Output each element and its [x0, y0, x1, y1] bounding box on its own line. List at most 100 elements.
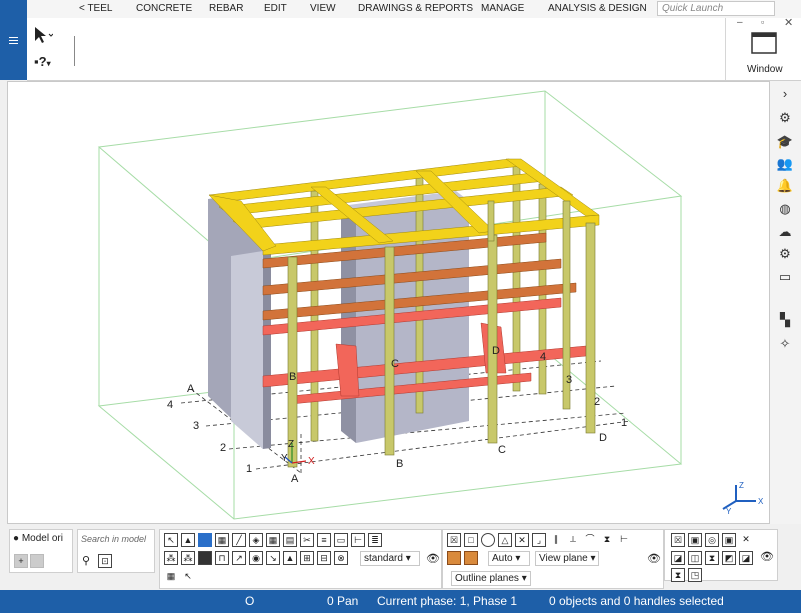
add-icon[interactable]: +	[14, 554, 28, 568]
tab-manage[interactable]: MANAGE	[481, 3, 524, 14]
close-icon[interactable]: ✕	[784, 16, 793, 29]
search-icon[interactable]: ⚲	[82, 554, 90, 567]
zoom-selection-icon[interactable]: ⊡	[98, 554, 112, 568]
restore-icon[interactable]: ▫	[761, 17, 764, 27]
tab-concrete[interactable]: CONCRETE	[136, 3, 192, 14]
user-icon: ●	[13, 533, 20, 544]
select-arrow-icon[interactable]	[33, 26, 53, 44]
snap-sum-icon[interactable]: ⧗	[671, 568, 685, 582]
hamburger-icon[interactable]	[9, 37, 18, 44]
auto-select[interactable]: Auto ▾	[488, 551, 530, 566]
select-all-icon[interactable]: ↖	[164, 533, 178, 547]
cross-icon[interactable]: ✕	[515, 533, 529, 547]
snap-half-icon[interactable]: ◪	[739, 551, 753, 565]
select-grid-icon[interactable]: ▦	[266, 533, 280, 547]
view-plane-select[interactable]: View plane ▾	[535, 551, 599, 566]
select-assemblies-icon[interactable]: ▦	[215, 533, 229, 547]
select-lines-icon[interactable]: ╱	[232, 533, 246, 547]
snap-box-icon[interactable]: ☒	[671, 533, 685, 547]
render-parts-icon[interactable]	[447, 551, 461, 565]
rectangle-icon[interactable]: □	[464, 533, 478, 547]
select-solids-icon[interactable]: ◈	[249, 533, 263, 547]
snap-lines-icon[interactable]: ⁂	[164, 551, 178, 565]
snap-tangent-icon[interactable]: ⊟	[317, 551, 331, 565]
snap-vertex-icon[interactable]: ◫	[688, 551, 702, 565]
snap-grid-icon[interactable]: ⊞	[300, 551, 314, 565]
shapes-icon[interactable]: ▚	[775, 311, 795, 329]
chevron-right-icon[interactable]: ›	[775, 85, 795, 103]
snap-quad-icon[interactable]: ◳	[688, 568, 702, 582]
standard-select[interactable]: standard ▾	[360, 551, 420, 566]
box-select-icon[interactable]: ☒	[447, 533, 461, 547]
bell-icon[interactable]: 🔔	[775, 177, 795, 195]
tab-drawings-reports[interactable]: DRAWINGS & REPORTS	[358, 3, 473, 14]
outline-planes-select[interactable]: Outline planes ▾	[451, 571, 531, 586]
parallel-icon[interactable]: ∥	[549, 533, 563, 547]
window-button-label[interactable]: Window	[747, 64, 783, 75]
minimize-icon[interactable]: –	[737, 17, 743, 28]
snap-edge-icon[interactable]: ◪	[671, 551, 685, 565]
select-objects-icon[interactable]	[198, 533, 212, 547]
snap-nearest-icon[interactable]: ↗	[232, 551, 246, 565]
snap-arc-icon[interactable]: ⊓	[215, 551, 229, 565]
delete-icon[interactable]	[30, 554, 44, 568]
window-icon[interactable]	[751, 32, 777, 54]
visibility-eye-icon-3[interactable]: 👁	[760, 550, 774, 563]
tab-steel[interactable]: < TEEL	[79, 3, 112, 14]
view-axis-y-label: Y	[726, 507, 732, 516]
snap-points-icon[interactable]: ⁂	[181, 551, 195, 565]
snap-center-icon[interactable]: ◉	[249, 551, 263, 565]
select-surfaces-icon[interactable]: ≣	[368, 533, 382, 547]
snap-hourglass-icon[interactable]: ⧗	[705, 551, 719, 565]
perpendicular-icon[interactable]: ⟂	[566, 533, 580, 547]
select-reinforcement-icon[interactable]: ▤	[283, 533, 297, 547]
hourglass-icon[interactable]: ⧗	[600, 533, 614, 547]
snap-diagonal-icon[interactable]: ◩	[722, 551, 736, 565]
snap-perpendicular-icon[interactable]: ↘	[266, 551, 280, 565]
curve-icon[interactable]: ⌒	[583, 533, 597, 547]
render-components-icon[interactable]	[464, 551, 478, 565]
snap-x-icon[interactable]: ✕	[739, 533, 753, 547]
graduation-cap-icon[interactable]: 🎓	[775, 133, 795, 151]
tab-edit[interactable]: EDIT	[264, 3, 287, 14]
structure-3d-view[interactable]: A 4 3 2 1 A B C D B C D 4 3 2 1 Z Y X Z …	[8, 82, 771, 525]
left-app-strip	[0, 0, 27, 80]
snap-any-icon[interactable]: ▲	[283, 551, 297, 565]
snap-circle-icon[interactable]: ◎	[705, 533, 719, 547]
cloud-icon[interactable]: ☁	[775, 223, 795, 241]
model-viewport[interactable]: A 4 3 2 1 A B C D B C D 4 3 2 1 Z Y X Z …	[7, 81, 770, 524]
drag-select-icon[interactable]: ↖	[181, 570, 195, 584]
snap-frame-icon[interactable]: ▣	[722, 533, 736, 547]
tab-rebar[interactable]: REBAR	[209, 3, 243, 14]
visibility-eye-icon[interactable]: 👁	[426, 552, 440, 565]
sparkle-icon[interactable]: ✧	[775, 335, 795, 353]
window-icon[interactable]: ▭	[775, 268, 795, 286]
smart-select-icon[interactable]: ▦	[164, 570, 178, 584]
search-input[interactable]: Search in model	[81, 534, 146, 544]
axis-x-label: X	[308, 456, 315, 467]
help-icon[interactable]: ⚙	[775, 109, 795, 127]
help-select-icon[interactable]: ▪?▾	[34, 54, 51, 69]
globe-icon[interactable]: ◍	[775, 200, 795, 218]
visibility-eye-icon-2[interactable]: 👁	[647, 552, 661, 565]
snap-midpoint-icon[interactable]	[198, 551, 212, 565]
select-plane-icon[interactable]: ▭	[334, 533, 348, 547]
tab-view[interactable]: VIEW	[310, 3, 336, 14]
quick-launch-input[interactable]: Quick Launch	[657, 1, 775, 16]
select-bolts-icon[interactable]: ⊢	[351, 533, 365, 547]
snap-extension-icon[interactable]: ⊗	[334, 551, 348, 565]
status-phase[interactable]: Current phase: 1, Phase 1	[377, 594, 517, 608]
users-icon[interactable]: 👥	[775, 155, 795, 173]
circle-icon[interactable]	[481, 533, 495, 547]
status-pan-label: 0 Pan	[327, 594, 359, 608]
select-parts-icon[interactable]: ▲	[181, 533, 195, 547]
tab-analysis-design[interactable]: ANALYSIS & DESIGN	[548, 3, 647, 14]
triangle-icon[interactable]: △	[498, 533, 512, 547]
select-cuts-icon[interactable]: ✂	[300, 533, 314, 547]
model-origin-label[interactable]: ● Model ori	[13, 533, 63, 544]
snap-square-icon[interactable]: ▣	[688, 533, 702, 547]
corner-icon[interactable]: ⌟	[532, 533, 546, 547]
select-welds-icon[interactable]: ≡	[317, 533, 331, 547]
dash-icon[interactable]: ⊢	[617, 533, 631, 547]
gear-icon[interactable]: ⚙	[775, 245, 795, 263]
